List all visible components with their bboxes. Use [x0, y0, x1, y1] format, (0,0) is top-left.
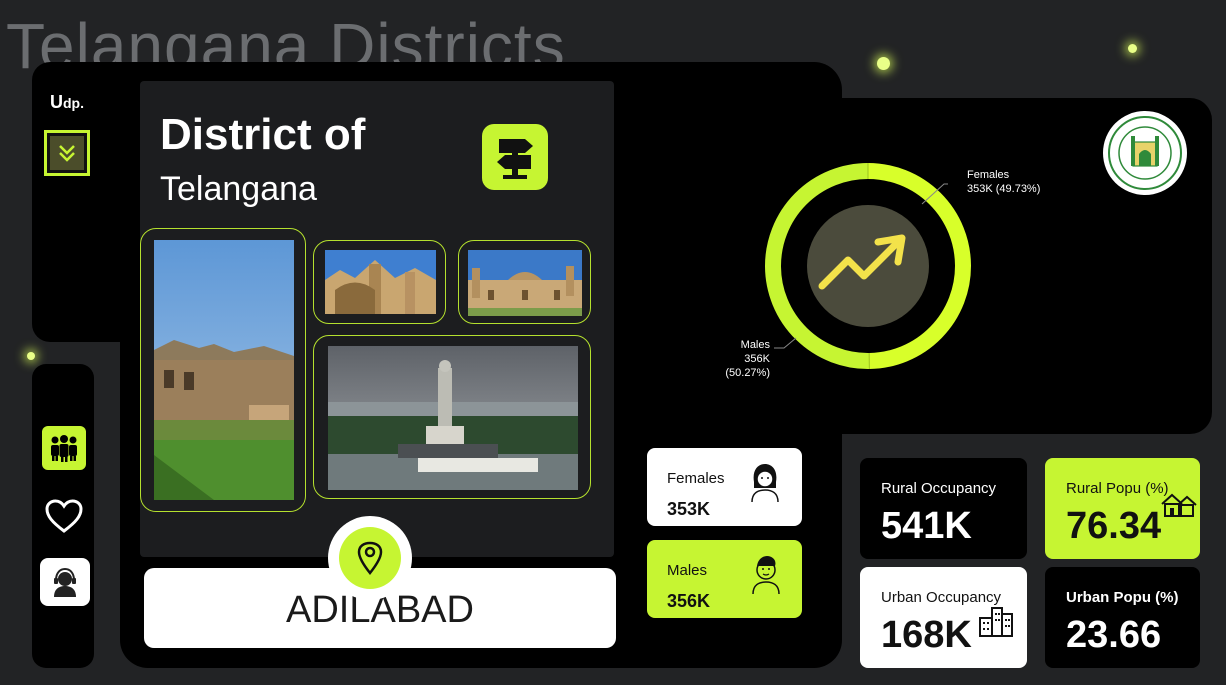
support-agent-icon [54, 567, 76, 597]
signpost-button[interactable] [482, 124, 548, 190]
location-pin-icon [357, 541, 383, 575]
houses-icon [1161, 493, 1197, 517]
nav-support-button[interactable] [40, 558, 90, 606]
heart-icon [45, 499, 83, 533]
chevron-double-down-icon [50, 136, 84, 170]
buildings-icon [979, 607, 1013, 637]
charminar-image [325, 250, 436, 314]
telangana-emblem-icon [1103, 111, 1187, 195]
rural-occupancy-label: Rural Occupancy [881, 480, 997, 497]
males-value: 356K [667, 591, 711, 611]
palace-image [468, 250, 582, 316]
male-face-icon [752, 556, 780, 594]
rural-occupancy-card: Rural Occupancy 541K [860, 458, 1027, 559]
glow-dot [27, 352, 35, 360]
page-title: District of [160, 110, 366, 159]
buddha-statue-image [328, 346, 578, 490]
glow-dot [1128, 44, 1137, 53]
nav-users-button[interactable] [42, 426, 86, 470]
brand-logo: Udp. [50, 92, 84, 112]
fort-image [154, 240, 294, 500]
location-button[interactable] [328, 516, 412, 600]
expand-button[interactable] [44, 130, 90, 176]
chart-leader-lines [774, 183, 948, 349]
users-icon [51, 435, 77, 462]
females-data-label: Females 353K (49.73%) [967, 169, 1041, 195]
rural-occupancy-value: 541K [881, 505, 972, 547]
urban-popu-value: 23.66 [1066, 614, 1162, 656]
page-subtitle: Telangana [160, 170, 317, 208]
males-data-label: Males 356K (50.27%) [725, 339, 770, 379]
females-value: 353K [667, 499, 711, 519]
signpost-icon [497, 139, 533, 179]
urban-popu-label: Urban Popu (%) [1066, 589, 1179, 606]
urban-popu-card: Urban Popu (%) 23.66 [1045, 567, 1200, 668]
female-face-icon [751, 464, 779, 502]
glow-dot [877, 57, 890, 70]
nav-favorites-button[interactable] [42, 494, 86, 538]
